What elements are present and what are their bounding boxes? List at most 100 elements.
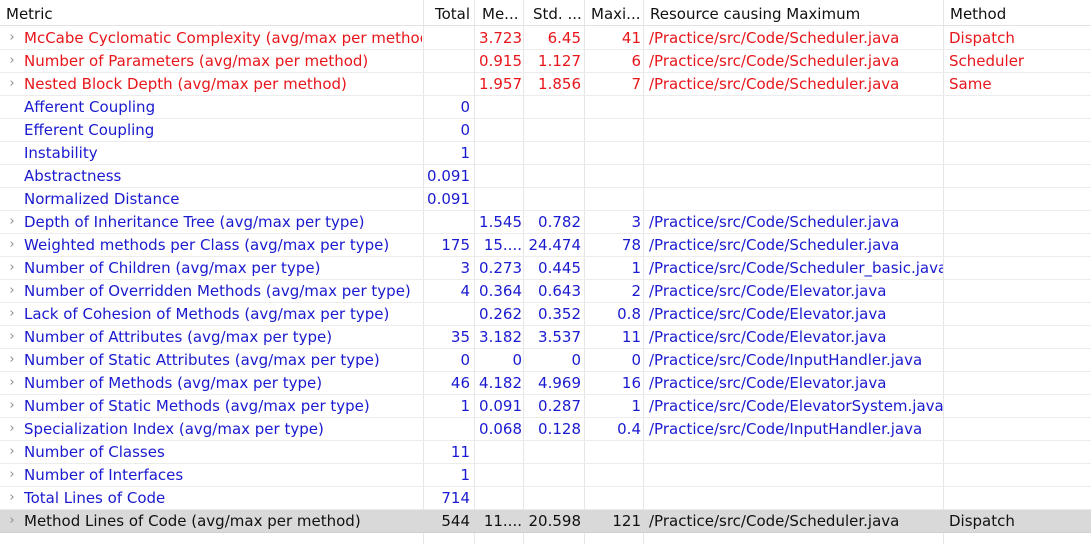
table-row[interactable]: › Specialization Index (avg/max per type)… <box>0 418 1091 441</box>
resource-path <box>649 487 943 509</box>
expand-chevron-icon[interactable]: › <box>7 280 17 302</box>
metric-name: Number of Static Attributes (avg/max per… <box>24 351 380 369</box>
metric-name: Number of Children (avg/max per type) <box>24 259 321 277</box>
metric-name: Weighted methods per Class (avg/max per … <box>24 236 390 254</box>
method-name <box>949 395 1089 417</box>
metric-name: Afferent Coupling <box>24 98 156 116</box>
total-value: 11 <box>450 443 470 461</box>
resource-path <box>649 165 943 187</box>
table-row[interactable]: › Lack of Cohesion of Methods (avg/max pe… <box>0 303 1091 326</box>
expand-chevron-icon[interactable]: › <box>7 441 17 463</box>
std-dev-value: 0.445 <box>538 259 581 277</box>
mean-value: 1.545 <box>479 213 522 231</box>
column-header-maximum[interactable]: Maxi... <box>591 3 641 25</box>
column-header-std-dev[interactable]: Std. ... <box>533 3 583 25</box>
expand-chevron-icon[interactable]: › <box>7 418 17 440</box>
total-value: 0.091 <box>427 167 470 185</box>
mean-value <box>476 119 522 141</box>
method-name <box>949 142 1089 164</box>
method-name: Same <box>949 75 992 93</box>
expand-chevron-icon[interactable]: › <box>7 372 17 394</box>
metric-name: Normalized Distance <box>24 190 180 208</box>
mean-value <box>476 142 522 164</box>
maximum-value: 0.8 <box>617 305 641 323</box>
resource-path: /Practice/src/Code/Scheduler.java <box>649 236 900 254</box>
metric-name: Depth of Inheritance Tree (avg/max per t… <box>24 213 365 231</box>
table-row[interactable]: › Number of Static Methods (avg/max per t… <box>0 395 1091 418</box>
table-row[interactable]: Normalized Distance 0.091 <box>0 188 1091 211</box>
resource-path: /Practice/src/Code/InputHandler.java <box>649 420 923 438</box>
table-row[interactable]: › Number of Classes 11 <box>0 441 1091 464</box>
metric-name: Efferent Coupling <box>24 121 155 139</box>
total-value: 1 <box>460 397 470 415</box>
mean-value: 0.915 <box>479 52 522 70</box>
table-row[interactable]: Afferent Coupling 0 <box>0 96 1091 119</box>
maximum-value <box>585 142 641 164</box>
method-name: Dispatch <box>949 29 1015 47</box>
resource-path: /Practice/src/Code/Elevator.java <box>649 305 887 323</box>
table-row[interactable]: › Method Lines of Code (avg/max per metho… <box>0 510 1091 533</box>
table-row[interactable]: › Number of Parameters (avg/max per metho… <box>0 50 1091 73</box>
maximum-value: 16 <box>621 374 641 392</box>
maximum-value: 78 <box>621 236 641 254</box>
table-row[interactable]: › Weighted methods per Class (avg/max per… <box>0 234 1091 257</box>
expand-chevron-icon[interactable]: › <box>7 73 17 95</box>
table-row[interactable]: › Number of Overridden Methods (avg/max p… <box>0 280 1091 303</box>
expand-chevron-icon[interactable]: › <box>7 487 17 509</box>
std-dev-value <box>526 165 581 187</box>
metric-name: Total Lines of Code <box>24 489 166 507</box>
maximum-value <box>585 96 641 118</box>
std-dev-value: 0 <box>571 351 581 369</box>
resource-path: /Practice/src/Code/Scheduler.java <box>649 29 900 47</box>
expand-chevron-icon[interactable]: › <box>7 303 17 325</box>
table-row[interactable]: › McCabe Cyclomatic Complexity (avg/max p… <box>0 27 1091 50</box>
method-name <box>949 372 1089 394</box>
table-row[interactable]: › Total Lines of Code 714 <box>0 487 1091 510</box>
total-value <box>424 303 470 325</box>
table-row[interactable]: › Number of Interfaces 1 <box>0 464 1091 487</box>
table-row[interactable]: › Number of Attributes (avg/max per type)… <box>0 326 1091 349</box>
expand-chevron-icon[interactable]: › <box>7 464 17 486</box>
expand-chevron-icon[interactable]: › <box>7 211 17 233</box>
expand-chevron-icon[interactable]: › <box>7 349 17 371</box>
std-dev-value: 24.474 <box>528 236 582 254</box>
total-value: 0 <box>460 98 470 116</box>
table-row[interactable]: Abstractness 0.091 <box>0 165 1091 188</box>
expand-chevron-icon[interactable]: › <box>7 326 17 348</box>
table-row[interactable]: › Number of Children (avg/max per type) 3 0… <box>0 257 1091 280</box>
total-value <box>424 211 470 233</box>
expand-chevron-icon[interactable]: › <box>7 27 17 49</box>
total-value: 175 <box>441 236 470 254</box>
table-row[interactable]: Efferent Coupling 0 <box>0 119 1091 142</box>
expand-chevron-icon[interactable]: › <box>7 510 17 532</box>
column-header-resource[interactable]: Resource causing Maximum <box>650 3 940 25</box>
std-dev-value <box>526 188 581 210</box>
expand-chevron-icon[interactable]: › <box>7 50 17 72</box>
expand-chevron-icon[interactable]: › <box>7 257 17 279</box>
total-value: 544 <box>441 512 470 530</box>
metric-name: Number of Attributes (avg/max per type) <box>24 328 333 346</box>
maximum-value: 1 <box>631 397 641 415</box>
metric-name: Abstractness <box>24 167 122 185</box>
method-name <box>949 165 1089 187</box>
table-row[interactable]: › Number of Static Attributes (avg/max pe… <box>0 349 1091 372</box>
table-row[interactable]: › Number of Methods (avg/max per type) 46 4… <box>0 372 1091 395</box>
table-header: Metric Total Me... Std. ... Maxi... Reso… <box>0 3 1091 26</box>
table-row[interactable]: › Depth of Inheritance Tree (avg/max per … <box>0 211 1091 234</box>
column-header-metric[interactable]: Metric <box>6 3 53 25</box>
std-dev-value <box>526 441 581 463</box>
table-row[interactable]: › Nested Block Depth (avg/max per method)… <box>0 73 1091 96</box>
maximum-value: 3 <box>631 213 641 231</box>
column-header-method[interactable]: Method <box>950 3 1080 25</box>
total-value: 0 <box>460 121 470 139</box>
total-value: 1 <box>460 466 470 484</box>
column-header-total[interactable]: Total <box>424 3 470 25</box>
expand-chevron-icon[interactable]: › <box>7 234 17 256</box>
table-row[interactable]: Instability 1 <box>0 142 1091 165</box>
mean-value: 0.273 <box>479 259 522 277</box>
mean-value <box>476 96 522 118</box>
column-header-mean[interactable]: Me... <box>482 3 522 25</box>
expand-chevron-icon[interactable]: › <box>7 395 17 417</box>
metric-name: Number of Interfaces <box>24 466 184 484</box>
mean-value: 0.091 <box>479 397 522 415</box>
